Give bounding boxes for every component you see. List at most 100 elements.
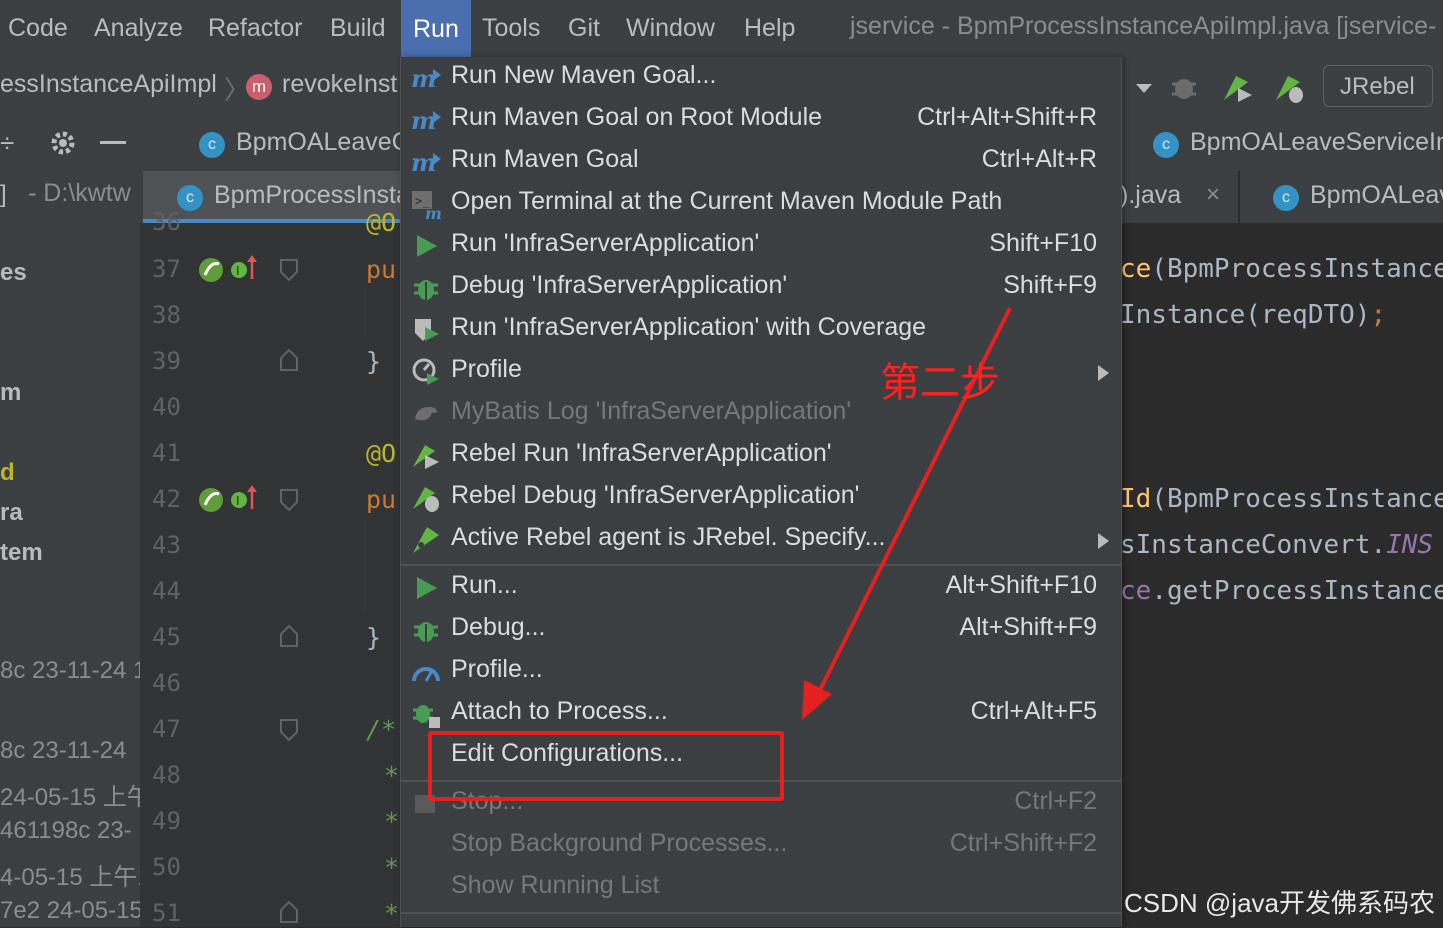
tree-node[interactable]: m <box>0 379 21 407</box>
menu-item-run-infra-app[interactable]: Run 'InfraServerApplication' Shift+F10 <box>401 225 1121 267</box>
fold-icon[interactable] <box>279 488 299 512</box>
menu-git[interactable]: Git <box>568 14 600 43</box>
line-number: 51 <box>152 899 181 927</box>
svg-text:I: I <box>236 264 240 278</box>
tree-node[interactable]: d <box>0 459 15 487</box>
line-number: 45 <box>152 623 181 651</box>
implements-icon[interactable]: I <box>228 253 260 283</box>
code-field: ce <box>1120 576 1152 606</box>
code-semicolon: ; <box>1370 300 1387 330</box>
menu-item-label: Profile <box>451 355 522 383</box>
spring-bean-icon[interactable] <box>196 485 226 515</box>
menu-separator <box>401 912 1121 914</box>
breadcrumb-class[interactable]: essInstanceApiImpl <box>0 70 217 99</box>
menu-build[interactable]: Build <box>330 14 386 43</box>
code-comment: /* <box>366 715 397 744</box>
line-number: 44 <box>152 577 181 605</box>
debug-icon <box>414 622 438 642</box>
menu-item-shortcut: Ctrl+Alt+R <box>981 145 1097 173</box>
menu-item-open-terminal-maven[interactable]: >_ m Open Terminal at the Current Maven M… <box>401 183 1121 225</box>
menu-item-run-maven-goal[interactable]: m Run Maven Goal Ctrl+Alt+R <box>401 141 1121 183</box>
tab-bpmoaleave-service-impl[interactable]: BpmOALeaveServiceIn <box>1190 128 1443 157</box>
collapse-icon[interactable]: ÷ <box>0 128 14 159</box>
tree-node[interactable]: es <box>0 259 27 287</box>
fold-icon[interactable] <box>279 900 299 924</box>
class-icon: c <box>199 132 225 158</box>
code-annotation: @O <box>366 208 397 237</box>
vcs-annotation: 8c 23-11-24 <box>0 737 127 764</box>
highlight-box <box>428 731 784 801</box>
menu-code[interactable]: Code <box>8 14 68 43</box>
coverage-icon <box>415 319 439 341</box>
menu-analyze[interactable]: Analyze <box>94 14 183 43</box>
menu-item-label: Debug... <box>451 613 546 641</box>
vcs-annotation: 8c 23-11-24 1 <box>0 657 140 684</box>
tab-bpmoaleave-controller[interactable]: BpmOALeaveC <box>236 128 410 157</box>
menu-item-label: Run 'InfraServerApplication' <box>451 229 760 257</box>
tab-java-file[interactable]: ).java <box>1120 181 1181 210</box>
project-sidebar: es m d ra tem 8c 23-11-24 1 8c 23-11-24 … <box>0 223 140 927</box>
fold-icon[interactable] <box>279 718 299 742</box>
menu-item-label: Run New Maven Goal... <box>451 61 717 89</box>
indent-guide <box>364 290 365 336</box>
main-menu-bar: Code Analyze Refactor Build Run Tools Gi… <box>0 0 1443 59</box>
line-number: 42 <box>152 485 181 513</box>
code-comment: * <box>384 899 400 928</box>
vcs-annotation: 7e2 24-05-15 <box>0 897 140 924</box>
maven-icon: m <box>411 106 441 135</box>
code-constant: INS <box>1386 530 1434 560</box>
step-annotation-text: 第二步 <box>880 360 1000 406</box>
menu-item-stop-background[interactable]: Stop Background Processes... Ctrl+Shift+… <box>401 825 1121 867</box>
menu-tools[interactable]: Tools <box>482 14 540 43</box>
code-text: (BpmProcessInstance <box>1151 254 1443 284</box>
minimize-icon[interactable] <box>100 141 126 144</box>
line-number: 40 <box>152 393 181 421</box>
tab-bpmoaleave[interactable]: BpmOALeav <box>1310 181 1443 210</box>
close-icon[interactable]: × <box>1206 181 1220 209</box>
rebel-debug-icon[interactable] <box>1272 70 1306 104</box>
menu-item-shortcut: Ctrl+Shift+F2 <box>949 829 1097 857</box>
breadcrumb-method[interactable]: revokeInst <box>282 70 397 99</box>
code-text: .getProcessInstance <box>1151 576 1443 606</box>
code-line-37: ce(BpmProcessInstance <box>1120 254 1443 284</box>
fold-icon[interactable] <box>279 624 299 648</box>
gear-icon[interactable] <box>48 128 78 158</box>
menu-item-shortcut: Ctrl+Alt+Shift+R <box>917 103 1097 131</box>
menu-window[interactable]: Window <box>626 14 715 43</box>
submenu-arrow-icon <box>1098 365 1109 381</box>
menu-item-run-new-maven-goal[interactable]: m Run New Maven Goal... <box>401 57 1121 99</box>
fold-icon[interactable] <box>279 258 299 282</box>
tree-node[interactable]: tem <box>0 539 43 567</box>
class-icon: c <box>1153 132 1179 158</box>
watermark: CSDN @java开发佛系码农 <box>1124 888 1435 918</box>
jrebel-config-button[interactable]: JRebel <box>1323 65 1433 107</box>
code-line-44: ce.getProcessInstance <box>1120 576 1443 606</box>
code-text: Instance(reqDTO) <box>1120 300 1371 330</box>
menu-item-label: Show Running List <box>451 871 660 899</box>
rebel-run-icon[interactable] <box>1220 70 1254 104</box>
project-path: - D:\kwtw <box>28 179 131 207</box>
menu-help[interactable]: Help <box>744 14 795 43</box>
fold-icon[interactable] <box>279 348 299 372</box>
code-keyword: pu <box>366 485 397 514</box>
implements-icon[interactable]: I <box>228 483 260 513</box>
tree-node[interactable]: ra <box>0 499 23 527</box>
code-line-43: sInstanceConvert.INS <box>1120 530 1433 560</box>
bug-icon[interactable] <box>1168 72 1200 102</box>
menu-item-label: Open Terminal at the Current Maven Modul… <box>451 187 1003 215</box>
code-method: ce <box>1120 254 1152 284</box>
rebel-run-icon <box>413 445 439 469</box>
menu-refactor[interactable]: Refactor <box>208 14 302 43</box>
menu-item-label: Debug 'InfraServerApplication' <box>451 271 788 299</box>
indent-guide <box>364 520 365 612</box>
dropdown-arrow-icon[interactable] <box>1136 84 1152 93</box>
rebel-agent-icon <box>413 527 439 553</box>
tab-divider <box>1238 171 1240 223</box>
menu-item-show-running-list[interactable]: Show Running List <box>401 867 1121 909</box>
menu-item-run-maven-goal-root[interactable]: m Run Maven Goal on Root Module Ctrl+Alt… <box>401 99 1121 141</box>
code-comment: * <box>384 761 400 790</box>
code-line-42: Id(BpmProcessInstance <box>1120 484 1443 514</box>
menu-run[interactable]: Run <box>401 0 471 58</box>
line-number: 48 <box>152 761 181 789</box>
spring-bean-icon[interactable] <box>196 255 226 285</box>
